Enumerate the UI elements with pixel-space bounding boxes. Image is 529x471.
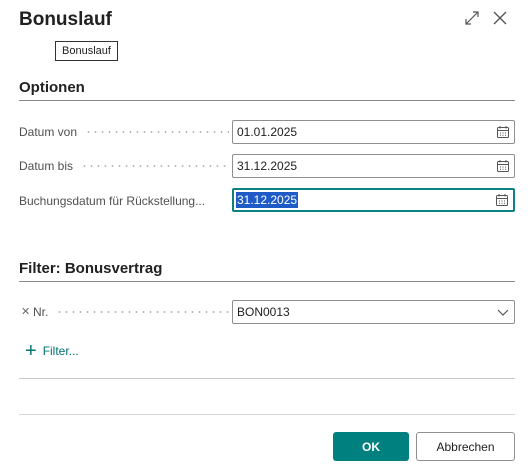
posting-date-label-text: Buchungsdatum für Rückstellung...	[19, 194, 206, 208]
posting-date-value[interactable]: 31.12.2025	[234, 192, 491, 208]
leader-dots	[85, 131, 229, 133]
filter-nr-dropdown[interactable]: BON0013	[232, 300, 515, 324]
filter-heading: Filter: Bonusvertrag	[19, 260, 163, 277]
calendar-icon[interactable]	[492, 125, 514, 139]
date-from-field[interactable]: 01.01.2025	[232, 120, 515, 144]
close-icon[interactable]	[492, 10, 508, 31]
footer-divider	[19, 414, 515, 415]
plus-icon[interactable]: +	[25, 341, 37, 361]
date-to-label: Datum bis	[19, 156, 229, 176]
posting-date-selected-text[interactable]: 31.12.2025	[236, 192, 299, 208]
date-to-label-text: Datum bis	[19, 159, 74, 173]
filter-divider	[19, 281, 515, 282]
date-to-field[interactable]: 31.12.2025	[232, 154, 515, 178]
leader-dots	[56, 311, 229, 313]
date-from-label: Datum von	[19, 122, 229, 142]
add-filter-link[interactable]: + Filter...	[25, 341, 79, 361]
title-tooltip: Bonuslauf	[55, 41, 118, 61]
calendar-icon[interactable]	[491, 193, 513, 207]
expand-icon[interactable]	[464, 10, 480, 31]
calendar-icon[interactable]	[492, 159, 514, 173]
filter-end-divider	[19, 378, 515, 379]
chevron-down-icon[interactable]	[492, 306, 514, 318]
filter-nr-label: Nr.	[33, 302, 229, 322]
date-to-value[interactable]: 31.12.2025	[233, 159, 492, 173]
filter-nr-value[interactable]: BON0013	[233, 305, 492, 319]
options-heading: Optionen	[19, 79, 85, 96]
options-divider	[19, 100, 515, 101]
date-from-value[interactable]: 01.01.2025	[233, 125, 492, 139]
posting-date-label: Buchungsdatum für Rückstellung...	[19, 191, 229, 211]
posting-date-field[interactable]: 31.12.2025	[232, 188, 515, 212]
filter-nr-label-text: Nr.	[33, 305, 49, 319]
ok-button[interactable]: OK	[333, 432, 409, 461]
cancel-button[interactable]: Abbrechen	[416, 432, 515, 461]
leader-dots	[81, 165, 229, 167]
add-filter-label[interactable]: Filter...	[43, 344, 79, 358]
dialog-title: Bonuslauf	[19, 9, 112, 30]
remove-filter-icon[interactable]: ✕	[21, 305, 30, 318]
date-from-label-text: Datum von	[19, 125, 78, 139]
